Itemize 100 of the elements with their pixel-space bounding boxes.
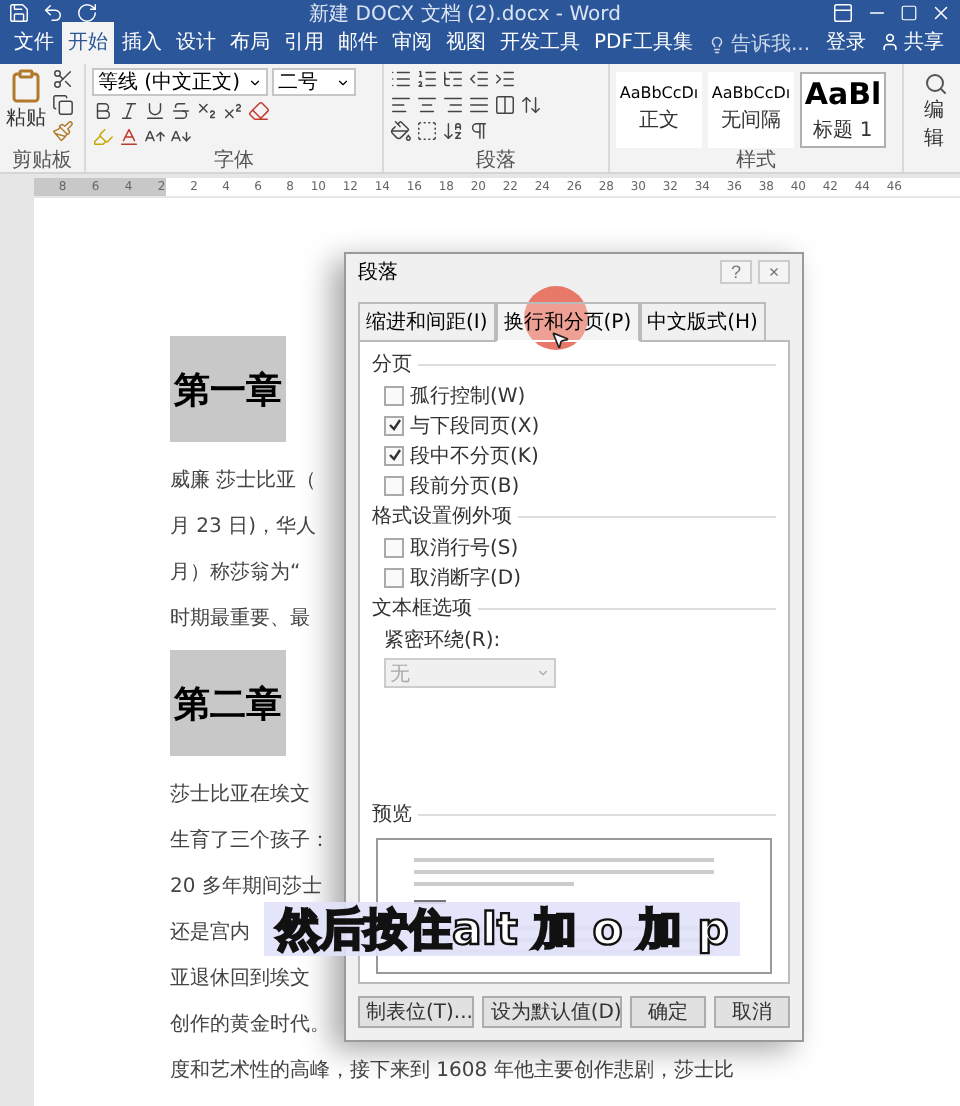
subtitle-caption: 然后按住alt 加 o 加 p: [264, 902, 741, 956]
clear-format-icon[interactable]: [248, 100, 270, 122]
body-text: 生育了三个孩子：: [170, 827, 330, 856]
checkbox[interactable]: [384, 567, 404, 587]
cut-icon[interactable]: [52, 68, 74, 90]
borders-icon[interactable]: [416, 120, 438, 142]
menu-tab[interactable]: PDF工具集: [588, 22, 699, 64]
dialog-tab[interactable]: 缩进和间距(I): [358, 302, 496, 342]
group-label: 字体: [212, 150, 256, 172]
checkbox[interactable]: [384, 537, 404, 557]
checkbox[interactable]: [384, 445, 404, 465]
sign-in-link[interactable]: 登录: [820, 22, 873, 64]
checkbox-label: 取消行号(S): [410, 535, 519, 561]
lightbulb-icon: [708, 35, 727, 53]
ribbon-display-icon[interactable]: [832, 2, 854, 24]
menu-tab[interactable]: 设计: [170, 22, 222, 64]
menu-tab[interactable]: 插入: [116, 22, 168, 64]
help-button[interactable]: ?: [720, 260, 752, 284]
group-label: 样式: [734, 150, 778, 172]
paste-button[interactable]: 粘贴: [6, 68, 46, 150]
dialog-tab[interactable]: 中文版式(H): [639, 302, 766, 342]
body-text: 月 23 日)，华人: [170, 514, 316, 542]
section-title: 分页: [372, 352, 412, 378]
dialog-button[interactable]: 设为默认值(D): [482, 996, 622, 1028]
align-left-icon[interactable]: [390, 94, 412, 116]
maximize-icon[interactable]: [900, 4, 918, 22]
menu-tab[interactable]: 文件: [8, 22, 60, 64]
dialog-button[interactable]: 确定: [630, 996, 706, 1028]
checkbox-label: 取消断字(D): [410, 565, 522, 591]
checkbox[interactable]: [384, 415, 404, 435]
body-text: 月）称莎翁为“: [170, 559, 301, 588]
body-text: 莎士比亚在埃文: [170, 781, 310, 810]
font-size-field[interactable]: 二号: [272, 68, 356, 96]
menu-tab[interactable]: 开发工具: [494, 22, 586, 64]
checkbox-label: 孤行控制(W): [410, 383, 526, 409]
show-marks-icon[interactable]: [468, 120, 490, 142]
section-title: 预览: [372, 802, 412, 828]
superscript-icon[interactable]: [222, 100, 244, 122]
checkbox-label: 与下段同页(X): [410, 413, 540, 439]
undo-icon[interactable]: [42, 2, 64, 24]
dialog-button[interactable]: 取消: [714, 996, 790, 1028]
menu-tab[interactable]: 审阅: [386, 22, 438, 64]
font-name-field[interactable]: 等线 (中文正文): [92, 68, 268, 96]
dialog-title: 段落: [358, 259, 400, 286]
align-right-icon[interactable]: [442, 94, 464, 116]
chapter-heading: 第二章: [170, 650, 286, 756]
redo-icon[interactable]: [76, 2, 98, 24]
menu-tab[interactable]: 布局: [224, 22, 276, 64]
menu-tab[interactable]: 视图: [440, 22, 492, 64]
field-label: 紧密环绕(R):: [382, 627, 503, 654]
close-icon[interactable]: [930, 2, 952, 24]
checkbox[interactable]: [384, 475, 404, 495]
line-spacing-icon[interactable]: [520, 94, 542, 116]
underline-icon[interactable]: [144, 100, 166, 122]
group-label: 段落: [474, 150, 518, 172]
close-button[interactable]: ×: [758, 260, 790, 284]
search-icon: [924, 72, 948, 96]
menu-tab[interactable]: 引用: [278, 22, 330, 64]
body-text: 时期最重要、最: [170, 605, 310, 634]
shading-icon[interactable]: [390, 120, 412, 142]
editing-button[interactable]: 编辑: [924, 72, 948, 164]
sort-icon[interactable]: [442, 120, 464, 142]
person-icon: [880, 32, 901, 52]
group-label: 剪贴板: [10, 150, 74, 172]
menu-tab[interactable]: 邮件: [332, 22, 384, 64]
numbering-icon[interactable]: [416, 68, 438, 90]
section-title: 文本框选项: [372, 595, 472, 622]
strikethrough-icon[interactable]: [170, 100, 192, 122]
style-option[interactable]: AaBbCcDı 正文: [616, 71, 702, 147]
body-text: 还是宫内: [170, 919, 250, 948]
style-option[interactable]: AaBl 标题 1: [800, 71, 886, 147]
window-title: 新建 DOCX 文档 (2).docx - Word: [307, 1, 623, 27]
increase-indent-icon[interactable]: [494, 68, 516, 90]
align-center-icon[interactable]: [416, 94, 438, 116]
dialog-button[interactable]: 制表位(T)...: [358, 996, 475, 1028]
body-text: 度和艺术性的高峰，接下来到 1608 年他主要创作悲剧，莎士比: [170, 1057, 734, 1086]
checkbox-label: 段中不分页(K): [410, 443, 539, 469]
tell-me-field[interactable]: 告诉我...: [700, 24, 819, 64]
bold-icon[interactable]: [92, 100, 114, 122]
menu-tab[interactable]: 开始: [62, 22, 114, 64]
copy-icon[interactable]: [52, 94, 74, 116]
subscript-icon[interactable]: [196, 100, 218, 122]
share-button[interactable]: 共享: [874, 22, 951, 64]
chapter-heading: 第一章: [170, 336, 286, 442]
checkbox[interactable]: [384, 385, 404, 405]
font-color-icon[interactable]: [118, 126, 140, 148]
justify-icon[interactable]: [468, 94, 490, 116]
clipboard-icon: [8, 68, 44, 104]
italic-icon[interactable]: [118, 100, 140, 122]
checkbox-label: 段前分页(B): [410, 473, 520, 499]
multilevel-list-icon[interactable]: [442, 68, 464, 90]
decrease-indent-icon[interactable]: [468, 68, 490, 90]
body-text: 20 多年期间莎士: [170, 873, 322, 902]
style-option[interactable]: AaBbCcDı 无间隔: [708, 71, 794, 147]
save-icon[interactable]: [8, 2, 30, 24]
section-title: 格式设置例外项: [372, 503, 512, 530]
body-text: 威廉 莎士比亚（: [170, 467, 317, 496]
distributed-icon[interactable]: [494, 94, 516, 116]
body-text: 亚退休回到埃文: [170, 965, 310, 994]
body-text: 创作的黄金时代。: [170, 1011, 330, 1040]
